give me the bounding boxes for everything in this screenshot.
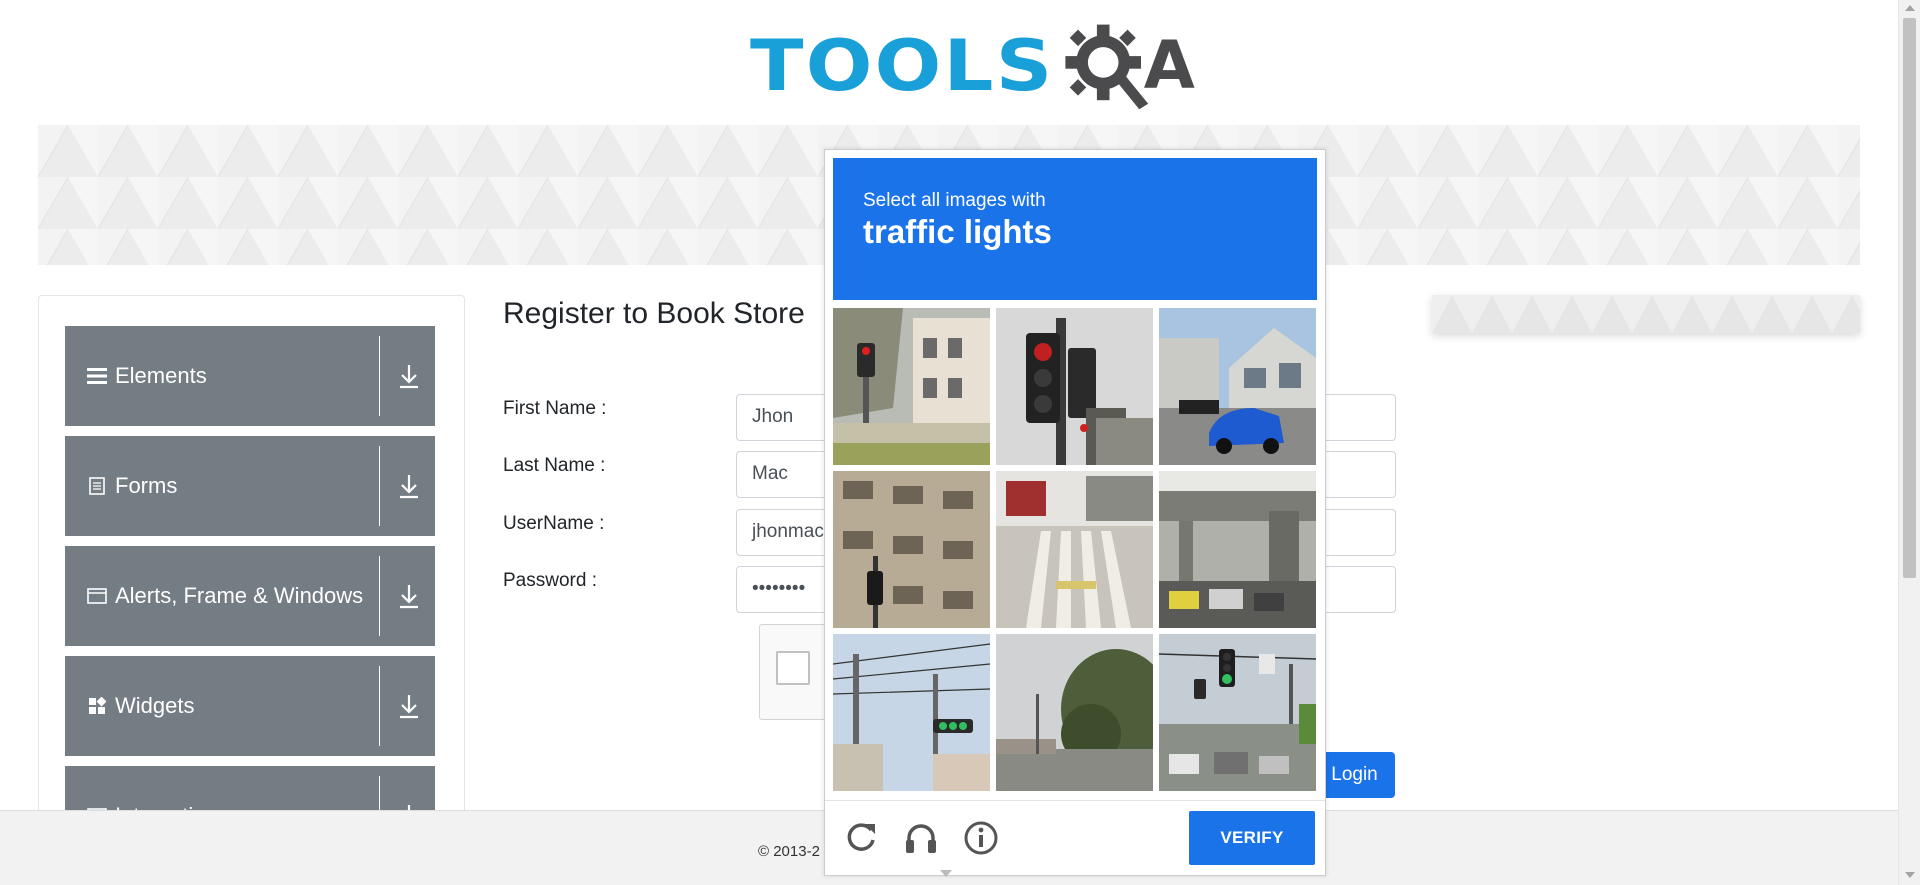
sidebar-group-label: Widgets — [115, 693, 195, 718]
toolsqa-logo[interactable]: TOOLS A — [750, 18, 1195, 113]
reload-icon[interactable] — [841, 818, 881, 858]
sidebar-group-alerts[interactable]: Alerts, Frame & Windows — [65, 546, 435, 646]
scroll-down-arrow-icon[interactable] — [1905, 872, 1915, 878]
widgets-icon — [85, 697, 109, 715]
trees-and-street-image — [996, 634, 1153, 791]
image-tile[interactable] — [1159, 471, 1316, 628]
download-arrow-icon[interactable] — [395, 361, 423, 391]
download-arrow-icon[interactable] — [395, 471, 423, 501]
audio-icon[interactable] — [901, 818, 941, 858]
sidebar-group-forms[interactable]: Forms — [65, 436, 435, 536]
crosswalk-street-image — [996, 471, 1153, 628]
divider — [379, 446, 380, 526]
sidebar-group-interactions[interactable]: Interactions — [65, 766, 435, 814]
username-label: UserName : — [503, 513, 605, 534]
image-tile[interactable] — [996, 634, 1153, 791]
logo-tools-text: TOOLS — [750, 24, 1055, 107]
image-tile[interactable] — [833, 308, 990, 465]
divider — [379, 666, 380, 746]
info-icon[interactable] — [961, 818, 1001, 858]
scrollbar-thumb[interactable] — [1903, 18, 1916, 578]
first-name-label: First Name : — [503, 398, 607, 419]
download-arrow-icon[interactable] — [395, 691, 423, 721]
intersection-with-traffic-lights-image — [1159, 634, 1316, 791]
copyright-text: © 2013-2 — [758, 843, 820, 860]
ad-pattern — [1432, 295, 1860, 333]
ad-banner — [1432, 295, 1860, 333]
sidebar-group-widgets[interactable]: Widgets — [65, 656, 435, 756]
header: TOOLS A — [0, 0, 1898, 120]
challenge-header: Select all images with traffic lights — [833, 158, 1317, 300]
divider — [379, 556, 380, 636]
vertical-scrollbar[interactable] — [1898, 0, 1920, 885]
image-tile[interactable] — [833, 471, 990, 628]
challenge-footer: VERIFY — [825, 800, 1325, 876]
page-title: Register to Book Store — [503, 297, 805, 330]
sidebar-group-label: Alerts, Frame & Windows — [115, 583, 364, 608]
image-tile[interactable] — [1159, 308, 1316, 465]
challenge-target: traffic lights — [863, 213, 1052, 250]
gear-logo-icon — [1065, 24, 1148, 109]
traffic-light-close-up-image — [996, 308, 1153, 465]
window-icon — [85, 587, 109, 605]
image-tile-grid — [833, 308, 1317, 792]
challenge-instruction: Select all images with — [863, 190, 1046, 211]
scroll-up-arrow-icon[interactable] — [1905, 5, 1915, 11]
verify-button[interactable]: VERIFY — [1189, 811, 1315, 865]
house-with-blue-car-image — [1159, 308, 1316, 465]
power-lines-with-traffic-light-image — [833, 634, 990, 791]
overpass-with-cars-image — [1159, 471, 1316, 628]
sidebar-group-label: Forms — [115, 473, 178, 498]
building-with-traffic-light-image — [833, 471, 990, 628]
left-panel: Elements Forms Alerts, Frame & Windows W… — [38, 295, 465, 815]
download-arrow-icon[interactable] — [395, 581, 423, 611]
hamburger-icon — [85, 367, 109, 385]
image-tile[interactable] — [1159, 634, 1316, 791]
recaptcha-challenge-dialog: Select all images with traffic lights VE… — [824, 149, 1326, 876]
logo-a-text: A — [1143, 27, 1195, 104]
image-tile[interactable] — [833, 634, 990, 791]
image-tile[interactable] — [996, 308, 1153, 465]
sidebar-group-label: Elements — [115, 363, 207, 388]
challenge-pointer — [940, 870, 952, 877]
sidebar-group-elements[interactable]: Elements — [65, 326, 435, 426]
recaptcha-checkbox[interactable] — [776, 651, 810, 685]
street-corner-with-traffic-light-image — [833, 308, 990, 465]
last-name-label: Last Name : — [503, 455, 606, 476]
password-label: Password : — [503, 570, 597, 591]
document-icon — [85, 477, 109, 495]
divider — [379, 336, 380, 416]
image-tile[interactable] — [996, 471, 1153, 628]
